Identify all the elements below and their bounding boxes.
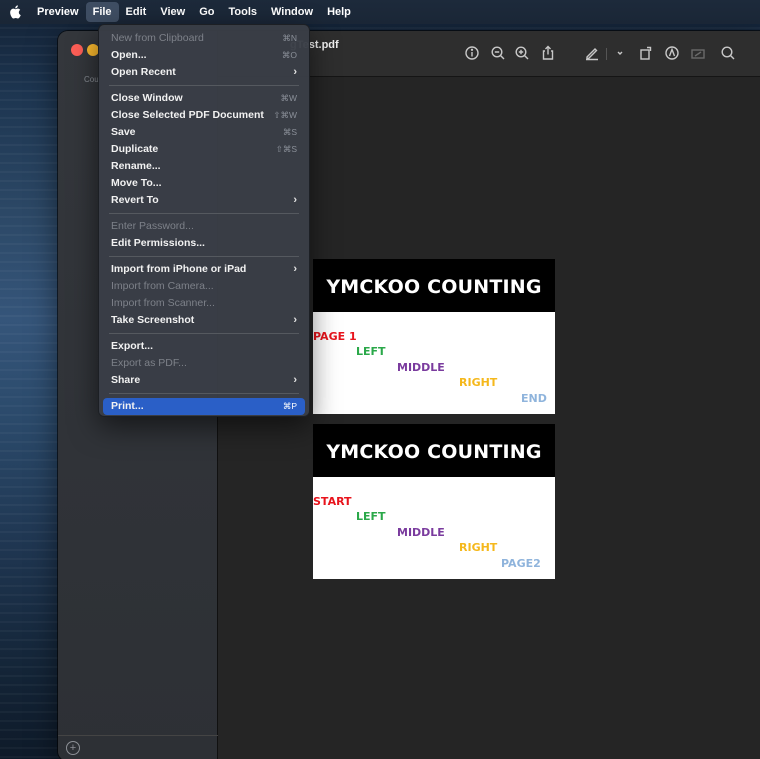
menu-window[interactable]: Window	[264, 2, 320, 22]
shortcut-label: ⇧⌘W	[273, 110, 297, 120]
menu-item-label: New from Clipboard	[111, 32, 204, 44]
menu-item-new-from-clipboard: New from Clipboard ⌘N	[103, 30, 305, 47]
shortcut-label: ⇧⌘S	[275, 144, 297, 154]
menu-item-open-recent[interactable]: Open Recent ›	[103, 64, 305, 81]
shortcut-label: ⌘O	[281, 50, 297, 60]
menu-item-take-screenshot[interactable]: Take Screenshot ›	[103, 312, 305, 329]
menu-item-label: Import from Camera...	[111, 280, 214, 292]
rotate-icon[interactable]	[636, 43, 656, 63]
menu-separator	[109, 213, 299, 214]
menu-item-import-scanner: Import from Scanner...	[103, 295, 305, 312]
menu-item-label: Revert To	[111, 194, 159, 206]
menu-item-move-to[interactable]: Move To...	[103, 175, 305, 192]
markup-circle-icon[interactable]	[662, 43, 682, 63]
page-label-blue: END	[521, 392, 547, 405]
menu-item-rename[interactable]: Rename...	[103, 158, 305, 175]
menu-item-close-window[interactable]: Close Window ⌘W	[103, 90, 305, 107]
shortcut-label: ⌘P	[282, 401, 297, 411]
menu-item-save[interactable]: Save ⌘S	[103, 124, 305, 141]
menu-item-label: Open Recent	[111, 66, 176, 78]
menu-item-label: Move To...	[111, 177, 162, 189]
menu-edit[interactable]: Edit	[119, 2, 154, 22]
menu-separator	[109, 85, 299, 86]
chevron-right-icon: ›	[293, 194, 297, 206]
page-label-green: LEFT	[356, 345, 386, 358]
menu-app-name[interactable]: Preview	[30, 2, 86, 22]
page-label-blue: PAGE2	[501, 557, 541, 570]
menu-item-label: Close Window	[111, 92, 183, 104]
menu-file[interactable]: File	[85, 2, 119, 22]
chevron-right-icon: ›	[293, 314, 297, 326]
page-label-red: PAGE 1	[313, 330, 357, 343]
menu-item-edit-permissions[interactable]: Edit Permissions...	[103, 235, 305, 252]
info-icon[interactable]	[462, 43, 482, 63]
menu-item-label: Rename...	[111, 160, 161, 172]
shortcut-label: ⌘N	[282, 33, 297, 43]
menu-item-label: Print...	[111, 400, 144, 412]
menu-item-label: Share	[111, 374, 141, 386]
zoom-out-icon[interactable]	[488, 43, 508, 63]
chevron-down-icon[interactable]	[610, 43, 630, 63]
menu-item-duplicate[interactable]: Duplicate ⇧⌘S	[103, 141, 305, 158]
menu-separator	[109, 393, 299, 394]
markup-pen-icon[interactable]	[582, 43, 602, 63]
page-body: START LEFT MIDDLE RIGHT PAGE2	[313, 477, 555, 579]
page-header: YMCKOO COUNTING	[313, 259, 555, 312]
page-label-green: LEFT	[356, 510, 386, 523]
menu-item-label: Export...	[111, 340, 154, 352]
menu-item-label: Import from Scanner...	[111, 297, 215, 309]
page-label-purple: MIDDLE	[397, 361, 445, 374]
menu-item-label: Import from iPhone or iPad	[111, 263, 247, 275]
chevron-right-icon: ›	[293, 374, 297, 386]
share-icon[interactable]	[538, 43, 558, 63]
apple-icon[interactable]	[0, 0, 30, 24]
menu-item-export[interactable]: Export...	[103, 338, 305, 355]
page-label-yellow: RIGHT	[459, 376, 498, 389]
shortcut-label: ⌘S	[282, 127, 297, 137]
chevron-right-icon: ›	[293, 263, 297, 275]
menu-item-label: Save	[111, 126, 136, 138]
menu-item-print[interactable]: Print... ⌘P	[103, 398, 305, 415]
menu-separator	[109, 333, 299, 334]
close-window-button[interactable]	[71, 44, 83, 56]
menu-go[interactable]: Go	[192, 2, 221, 22]
chevron-right-icon: ›	[293, 66, 297, 78]
toolbar-separator	[606, 48, 607, 60]
page-label-yellow: RIGHT	[459, 541, 498, 554]
menu-view[interactable]: View	[153, 2, 192, 22]
menu-help[interactable]: Help	[320, 2, 358, 22]
menu-item-label: Close Selected PDF Document	[111, 109, 264, 121]
menu-item-label: Edit Permissions...	[111, 237, 205, 249]
add-icon[interactable]: +	[66, 741, 80, 755]
menu-item-label: Take Screenshot	[111, 314, 195, 326]
page-body: PAGE 1 LEFT MIDDLE RIGHT END	[313, 312, 555, 414]
file-menu-dropdown: New from Clipboard ⌘N Open... ⌘O Open Rece…	[98, 24, 310, 417]
menu-item-import-camera: Import from Camera...	[103, 278, 305, 295]
sidebar-label: Cou	[84, 75, 99, 84]
menu-item-label: Duplicate	[111, 143, 159, 155]
page-label-red: START	[313, 495, 352, 508]
sign-icon[interactable]	[688, 43, 708, 63]
menu-item-open[interactable]: Open... ⌘O	[103, 47, 305, 64]
menu-tools[interactable]: Tools	[221, 2, 264, 22]
menu-item-revert-to[interactable]: Revert To ›	[103, 192, 305, 209]
menu-item-label: Open...	[111, 49, 147, 61]
menu-item-close-selected-pdf[interactable]: Close Selected PDF Document ⇧⌘W	[103, 107, 305, 124]
pdf-page-1[interactable]: YMCKOO COUNTING PAGE 1 LEFT MIDDLE RIGHT…	[313, 259, 555, 414]
pdf-page-2[interactable]: YMCKOO COUNTING START LEFT MIDDLE RIGHT …	[313, 424, 555, 579]
shortcut-label: ⌘W	[280, 93, 297, 103]
zoom-in-icon[interactable]	[512, 43, 532, 63]
menu-item-label: Enter Password...	[111, 220, 194, 232]
menu-separator	[109, 256, 299, 257]
menu-item-export-as-pdf: Export as PDF...	[103, 355, 305, 372]
search-icon[interactable]	[718, 43, 738, 63]
sidebar-footer: +	[58, 735, 218, 759]
menu-bar: Preview File Edit View Go Tools Window H…	[0, 0, 760, 24]
menu-item-share[interactable]: Share ›	[103, 372, 305, 389]
menu-item-import-iphone-ipad[interactable]: Import from iPhone or iPad ›	[103, 261, 305, 278]
menu-item-label: Export as PDF...	[111, 357, 187, 369]
menu-item-enter-password: Enter Password...	[103, 218, 305, 235]
page-label-purple: MIDDLE	[397, 526, 445, 539]
page-header: YMCKOO COUNTING	[313, 424, 555, 477]
